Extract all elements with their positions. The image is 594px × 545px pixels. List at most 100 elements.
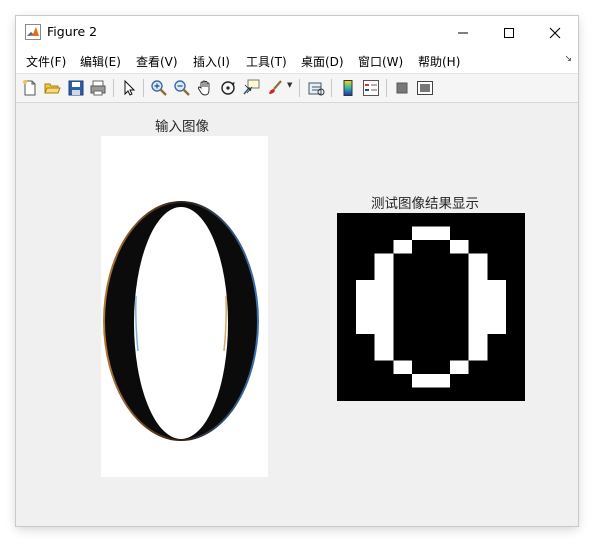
binary-pixel	[337, 360, 357, 375]
show-plot-tools-icon[interactable]	[416, 79, 434, 97]
binary-pixel	[449, 374, 470, 389]
binary-pixel	[355, 347, 376, 362]
binary-pixel	[506, 213, 526, 227]
brush-dropdown-icon[interactable]: ▼	[287, 81, 292, 89]
binary-pixel	[487, 387, 507, 402]
link-plot-icon[interactable]	[307, 79, 325, 97]
menu-insert[interactable]: 插入(I)	[193, 53, 230, 70]
binary-pixel	[468, 320, 488, 335]
binary-pixel	[487, 293, 507, 308]
result-image	[337, 213, 526, 402]
binary-pixel	[431, 253, 451, 268]
binary-pixel	[449, 293, 470, 308]
binary-pixel	[431, 320, 451, 335]
menu-bar: 文件(F) 编辑(E) 查看(V) 插入(I) 工具(T) 桌面(D) 窗口(W…	[16, 49, 578, 73]
binary-pixel	[468, 347, 488, 362]
binary-pixel	[506, 360, 526, 375]
binary-pixel	[468, 253, 488, 268]
binary-pixel	[337, 253, 357, 268]
binary-pixel	[506, 307, 526, 321]
binary-pixel	[487, 280, 507, 295]
dock-arrow-icon[interactable]: ↘	[564, 54, 572, 64]
binary-pixel	[506, 374, 526, 389]
binary-pixel	[355, 360, 376, 375]
edit-plot-icon[interactable]	[120, 79, 138, 97]
binary-pixel	[468, 387, 488, 402]
binary-pixel	[374, 333, 394, 348]
binary-pixel	[393, 374, 413, 389]
binary-pixel	[374, 387, 394, 402]
binary-pixel	[506, 320, 526, 335]
data-cursor-icon[interactable]	[242, 79, 260, 97]
binary-pixel	[337, 333, 357, 348]
binary-pixel	[506, 239, 526, 254]
toolbar-separator	[299, 79, 300, 97]
minimize-button[interactable]	[440, 16, 486, 49]
menu-window[interactable]: 窗口(W)	[358, 53, 403, 70]
binary-pixel	[374, 280, 394, 295]
binary-pixel	[487, 253, 507, 268]
open-file-icon[interactable]	[43, 79, 61, 97]
hide-plot-tools-icon[interactable]	[393, 79, 411, 97]
pan-icon[interactable]	[196, 79, 214, 97]
binary-pixel	[337, 239, 357, 254]
binary-pixel	[374, 320, 394, 335]
binary-pixel	[431, 333, 451, 348]
new-figure-icon[interactable]	[21, 79, 39, 97]
binary-pixel	[374, 239, 394, 254]
binary-pixel	[506, 280, 526, 295]
close-button[interactable]	[532, 16, 578, 49]
binary-pixel	[468, 360, 488, 375]
zoom-out-icon[interactable]	[173, 79, 191, 97]
binary-pixel	[412, 239, 432, 254]
binary-pixel	[374, 307, 394, 321]
input-image	[101, 136, 268, 477]
binary-pixel	[431, 213, 451, 227]
binary-pixel	[355, 333, 376, 348]
binary-pixel	[412, 280, 432, 295]
binary-pixel	[487, 307, 507, 321]
menu-edit[interactable]: 编辑(E)	[80, 53, 121, 70]
save-icon[interactable]	[67, 79, 85, 97]
rotate-3d-icon[interactable]	[219, 79, 237, 97]
menu-desktop[interactable]: 桌面(D)	[301, 53, 344, 70]
binary-pixel	[355, 239, 376, 254]
binary-pixel	[487, 266, 507, 281]
print-icon[interactable]	[89, 79, 107, 97]
binary-image-grid	[337, 213, 526, 402]
menu-tools[interactable]: 工具(T)	[246, 53, 287, 70]
binary-pixel	[393, 280, 413, 295]
binary-pixel	[355, 253, 376, 268]
binary-pixel	[337, 266, 357, 281]
binary-pixel	[412, 293, 432, 308]
binary-pixel	[431, 293, 451, 308]
binary-pixel	[468, 293, 488, 308]
binary-pixel	[355, 293, 376, 308]
binary-pixel	[355, 320, 376, 335]
menu-view[interactable]: 查看(V)	[136, 53, 178, 70]
title-bar[interactable]: Figure 2	[16, 16, 578, 49]
minimize-icon	[458, 32, 468, 33]
binary-pixel	[337, 320, 357, 335]
binary-pixel	[449, 320, 470, 335]
binary-pixel	[337, 374, 357, 389]
binary-pixel	[431, 307, 451, 321]
menu-file[interactable]: 文件(F)	[26, 53, 66, 70]
brush-icon[interactable]	[266, 79, 284, 97]
binary-pixel	[393, 333, 413, 348]
binary-pixel	[431, 239, 451, 254]
binary-pixel	[355, 374, 376, 389]
binary-pixel	[468, 333, 488, 348]
menu-help[interactable]: 帮助(H)	[418, 53, 460, 70]
binary-pixel	[449, 360, 470, 375]
maximize-button[interactable]	[486, 16, 532, 49]
binary-pixel	[337, 347, 357, 362]
legend-icon[interactable]	[362, 79, 380, 97]
zoom-in-icon[interactable]	[150, 79, 168, 97]
binary-pixel	[431, 360, 451, 375]
binary-pixel	[393, 347, 413, 362]
binary-pixel	[393, 253, 413, 268]
binary-pixel	[412, 374, 432, 389]
colorbar-icon[interactable]	[339, 79, 357, 97]
binary-pixel	[506, 293, 526, 308]
